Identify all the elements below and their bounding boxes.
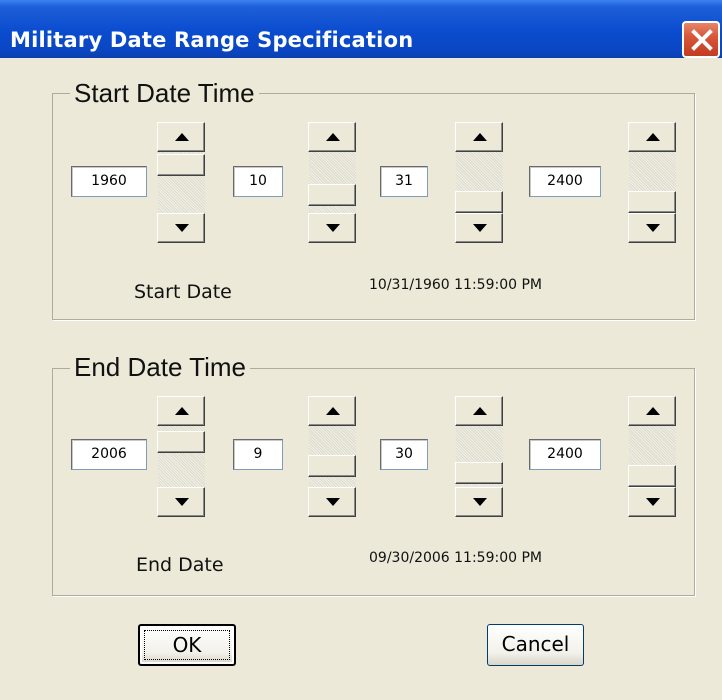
end-year-field[interactable]: 2006	[71, 439, 147, 470]
start-time-up-button[interactable]	[628, 122, 676, 152]
close-icon	[691, 29, 713, 51]
window-title: Military Date Range Specification	[10, 28, 414, 52]
start-day-down-button[interactable]	[455, 213, 503, 243]
arrow-up-icon	[473, 407, 487, 415]
end-year-down-button[interactable]	[157, 487, 205, 517]
arrow-up-icon	[175, 133, 189, 141]
arrow-down-icon	[175, 224, 189, 232]
end-month-up-button[interactable]	[308, 396, 356, 426]
end-day-spinner[interactable]	[455, 396, 505, 517]
end-time-up-button[interactable]	[628, 396, 676, 426]
end-month-down-button[interactable]	[308, 487, 356, 517]
end-year-up-button[interactable]	[157, 396, 205, 426]
start-month-thumb[interactable]	[308, 184, 356, 206]
end-year-thumb[interactable]	[157, 431, 205, 453]
start-time-thumb[interactable]	[628, 191, 676, 213]
start-datetime-display: 10/31/1960 11:59:00 PM	[369, 277, 542, 293]
start-month-field[interactable]: 10	[233, 166, 283, 197]
arrow-up-icon	[326, 407, 340, 415]
arrow-up-icon	[473, 133, 487, 141]
start-month-spinner[interactable]	[308, 122, 358, 243]
arrow-down-icon	[646, 224, 660, 232]
start-year-thumb[interactable]	[157, 154, 205, 176]
end-day-field[interactable]: 30	[380, 439, 428, 470]
ok-button[interactable]: OK	[138, 624, 236, 666]
end-year-spinner[interactable]	[157, 396, 207, 517]
arrow-down-icon	[646, 498, 660, 506]
end-time-down-button[interactable]	[628, 487, 676, 517]
start-time-field[interactable]: 2400	[529, 166, 601, 197]
cancel-button[interactable]: Cancel	[487, 624, 584, 666]
start-day-spinner[interactable]	[455, 122, 505, 243]
arrow-down-icon	[473, 224, 487, 232]
arrow-down-icon	[175, 498, 189, 506]
end-datetime-display: 09/30/2006 11:59:00 PM	[369, 550, 542, 566]
end-time-thumb[interactable]	[628, 465, 676, 487]
end-month-spinner[interactable]	[308, 396, 358, 517]
end-month-thumb[interactable]	[308, 455, 356, 477]
end-day-thumb[interactable]	[455, 462, 503, 484]
arrow-up-icon	[326, 133, 340, 141]
start-year-up-button[interactable]	[157, 122, 205, 152]
start-month-down-button[interactable]	[308, 213, 356, 243]
start-month-up-button[interactable]	[308, 122, 356, 152]
title-bar[interactable]: Military Date Range Specification	[0, 0, 722, 58]
start-year-spinner[interactable]	[157, 122, 207, 243]
ok-focus-rect	[144, 630, 230, 660]
end-date-label: End Date	[136, 554, 224, 576]
start-day-thumb[interactable]	[455, 191, 503, 213]
arrow-up-icon	[646, 133, 660, 141]
end-day-down-button[interactable]	[455, 487, 503, 517]
arrow-up-icon	[175, 407, 189, 415]
end-time-spinner[interactable]	[628, 396, 678, 517]
cancel-button-label: Cancel	[501, 632, 570, 656]
start-year-down-button[interactable]	[157, 213, 205, 243]
start-time-spinner[interactable]	[628, 122, 678, 243]
end-group-title: End Date Time	[70, 352, 250, 383]
start-day-field[interactable]: 31	[380, 166, 428, 197]
start-time-down-button[interactable]	[628, 213, 676, 243]
start-group-title: Start Date Time	[70, 78, 259, 109]
arrow-down-icon	[326, 498, 340, 506]
start-date-label: Start Date	[134, 281, 232, 303]
end-day-up-button[interactable]	[455, 396, 503, 426]
start-day-up-button[interactable]	[455, 122, 503, 152]
arrow-up-icon	[646, 407, 660, 415]
end-time-field[interactable]: 2400	[529, 439, 601, 470]
close-button[interactable]	[682, 21, 720, 58]
start-year-field[interactable]: 1960	[71, 166, 147, 197]
end-month-field[interactable]: 9	[233, 439, 283, 470]
arrow-down-icon	[326, 224, 340, 232]
arrow-down-icon	[473, 498, 487, 506]
